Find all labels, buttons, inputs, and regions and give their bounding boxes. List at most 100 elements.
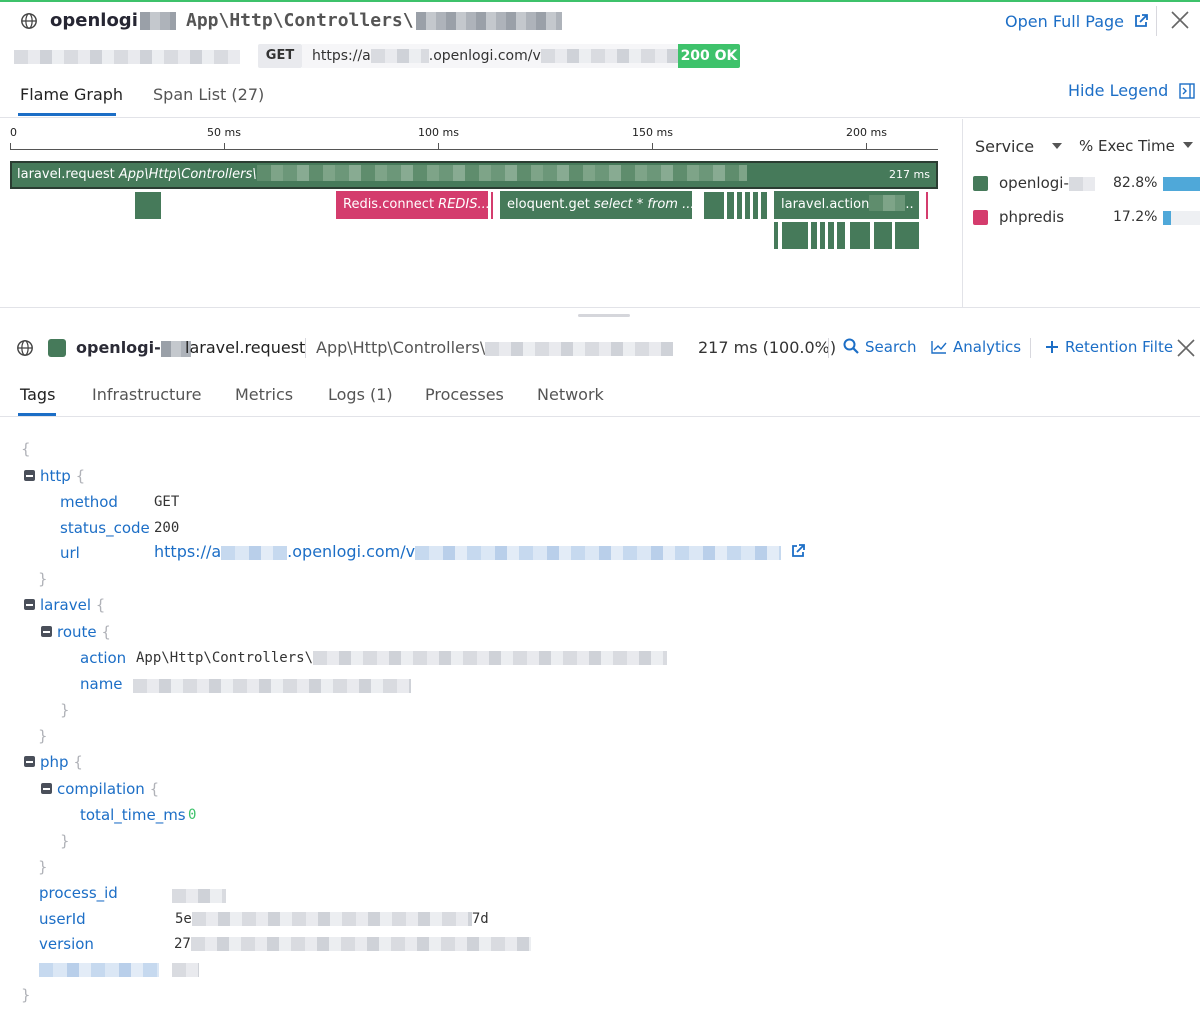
- redis-span-bar[interactable]: Redis.connect REDIS...: [336, 191, 488, 219]
- external-link-icon: [1135, 14, 1148, 27]
- span-bar[interactable]: [727, 192, 734, 219]
- tag-key[interactable]: version: [39, 935, 94, 953]
- tree-node-laravel[interactable]: laravel {: [24, 596, 105, 614]
- eloquent-span-bar[interactable]: eloquent.get select * from ...: [500, 191, 692, 219]
- url-prefix: https://a: [154, 542, 222, 561]
- tag-key[interactable]: laravel: [40, 596, 91, 614]
- tag-value[interactable]: 200: [154, 520, 179, 536]
- analytics-button[interactable]: Analytics: [931, 338, 1021, 356]
- tab-network[interactable]: Network: [537, 385, 604, 404]
- tag-value-link[interactable]: https://a .openlogi.com/v: [154, 542, 806, 561]
- close-brace: }: [38, 727, 48, 745]
- span-bar[interactable]: [745, 192, 750, 219]
- status-badge: 200 OK: [678, 44, 740, 68]
- tab-flame-graph[interactable]: Flame Graph: [20, 85, 123, 104]
- tag-key[interactable]: [39, 960, 159, 978]
- span-bar[interactable]: [761, 192, 767, 219]
- span-bar[interactable]: [135, 192, 161, 219]
- tag-value[interactable]: GET: [154, 494, 179, 510]
- open-brace: {: [149, 780, 160, 798]
- hide-legend-button[interactable]: Hide Legend: [1068, 81, 1196, 100]
- tag-key[interactable]: url: [60, 544, 80, 562]
- tab-tags[interactable]: Tags: [20, 385, 55, 404]
- collapse-icon[interactable]: [24, 470, 35, 481]
- span-bar[interactable]: [850, 222, 870, 249]
- tag-key[interactable]: route: [57, 623, 97, 641]
- span-bar[interactable]: [828, 222, 834, 249]
- resource-name: App\Http\Controllers\: [186, 10, 414, 31]
- span-bar[interactable]: [895, 222, 919, 249]
- tree-node-php[interactable]: php {: [24, 753, 83, 771]
- tab-metrics[interactable]: Metrics: [235, 385, 293, 404]
- tag-key[interactable]: total_time_ms: [80, 806, 186, 824]
- tag-key[interactable]: compilation: [57, 780, 145, 798]
- span-bar[interactable]: [737, 192, 742, 219]
- span-bar[interactable]: [820, 222, 825, 249]
- tag-value[interactable]: [172, 886, 226, 904]
- resize-handle[interactable]: [578, 314, 630, 317]
- span-bar[interactable]: [837, 222, 845, 249]
- tag-value[interactable]: App\Http\Controllers\: [136, 650, 668, 666]
- flame-graph[interactable]: 0 50 ms 100 ms 150 ms 200 ms laravel.req…: [0, 119, 962, 307]
- tag-key[interactable]: process_id: [39, 884, 118, 902]
- legend-service-text: openlogi-: [999, 174, 1069, 192]
- action-span-bar[interactable]: laravel.action..: [774, 191, 919, 219]
- span-bar[interactable]: [491, 192, 493, 219]
- tree-node-http[interactable]: http {: [24, 467, 85, 485]
- collapse-icon[interactable]: [24, 599, 35, 610]
- tab-span-list[interactable]: Span List (27): [153, 85, 264, 104]
- close-brace: }: [60, 701, 70, 719]
- action-span-ellipsis: ..: [905, 197, 914, 212]
- url-host: .openlogi.com/v: [428, 48, 541, 64]
- globe-icon: [21, 13, 37, 29]
- tag-value[interactable]: 0: [188, 807, 196, 823]
- tree-node-route[interactable]: route {: [41, 623, 111, 641]
- tag-value[interactable]: 27: [174, 936, 531, 952]
- collapse-panel-icon: [1179, 83, 1196, 99]
- close-brace: }: [38, 858, 48, 876]
- service-color-swatch: [973, 176, 988, 191]
- span-bar[interactable]: [774, 222, 778, 249]
- plus-icon: [1046, 341, 1058, 353]
- span-bar[interactable]: [753, 192, 758, 219]
- span-bar[interactable]: [704, 192, 724, 219]
- tag-key[interactable]: status_code: [60, 519, 150, 537]
- tab-processes[interactable]: Processes: [425, 385, 504, 404]
- active-tab-indicator: [18, 413, 56, 416]
- tab-logs[interactable]: Logs (1): [328, 385, 393, 404]
- tag-key[interactable]: http: [40, 467, 71, 485]
- open-full-page-link[interactable]: Open Full Page: [1005, 12, 1149, 31]
- legend-exec-header[interactable]: % Exec Time: [1079, 137, 1193, 155]
- open-brace: {: [75, 467, 86, 485]
- tag-value-text: App\Http\Controllers\: [136, 650, 314, 666]
- retention-filter-button[interactable]: Retention Filte: [1045, 338, 1173, 356]
- legend-service-header[interactable]: Service: [975, 137, 1063, 156]
- collapse-icon[interactable]: [24, 756, 35, 767]
- legend-row[interactable]: phpredis 17.2%: [973, 207, 1200, 229]
- axis-tick: [652, 143, 653, 149]
- external-link-icon[interactable]: [790, 543, 806, 559]
- span-bar[interactable]: [811, 222, 817, 249]
- close-icon[interactable]: [1176, 338, 1196, 358]
- span-bar[interactable]: [926, 192, 928, 219]
- span-bar[interactable]: [782, 222, 808, 249]
- legend-row[interactable]: openlogi- 82.8%: [973, 173, 1200, 195]
- tag-key[interactable]: php: [40, 753, 69, 771]
- eloquent-span-resource: select * from ...: [594, 197, 692, 212]
- search-button[interactable]: Search: [843, 338, 917, 356]
- tab-infrastructure[interactable]: Infrastructure: [92, 385, 201, 404]
- tag-value[interactable]: 5e 7d: [175, 911, 489, 927]
- tag-key[interactable]: name: [80, 675, 123, 693]
- collapse-icon[interactable]: [41, 626, 52, 637]
- root-span-bar[interactable]: laravel.request App\Http\Controllers\ 21…: [10, 161, 938, 189]
- collapse-icon[interactable]: [41, 783, 52, 794]
- tree-node-compilation[interactable]: compilation {: [41, 780, 159, 798]
- tag-key[interactable]: userId: [39, 910, 86, 928]
- close-icon[interactable]: [1170, 10, 1190, 30]
- span-bar[interactable]: [874, 222, 892, 249]
- tag-key[interactable]: action: [80, 649, 126, 667]
- redacted-text: [313, 651, 668, 665]
- tag-value[interactable]: [133, 676, 411, 694]
- tag-key[interactable]: method: [60, 493, 118, 511]
- tag-value[interactable]: [172, 960, 199, 978]
